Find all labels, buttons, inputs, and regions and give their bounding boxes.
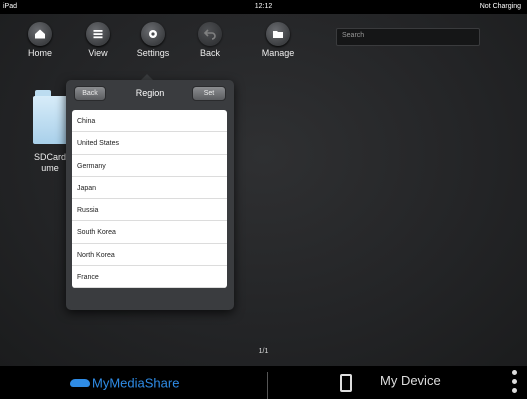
gear-icon bbox=[141, 22, 165, 46]
mymediashare-tab[interactable]: MyMediaShare bbox=[70, 374, 179, 392]
folder-name[interactable]: SDCard ume bbox=[30, 152, 70, 174]
back-label: Back bbox=[199, 48, 220, 58]
folder-open-icon bbox=[266, 22, 290, 46]
home-button[interactable]: Home bbox=[12, 22, 68, 58]
region-popover: Back Region Set China United States Germ… bbox=[66, 80, 234, 310]
home-icon bbox=[28, 22, 52, 46]
cloud-icon bbox=[70, 378, 90, 387]
page-indicator: 1/1 bbox=[258, 348, 269, 355]
view-button[interactable]: View bbox=[70, 22, 126, 58]
set-button[interactable]: Set bbox=[192, 86, 226, 101]
phone-icon bbox=[340, 374, 352, 392]
region-item[interactable]: China bbox=[72, 110, 227, 133]
manage-button[interactable]: Manage bbox=[250, 22, 306, 58]
my-device-label: My Device bbox=[380, 373, 441, 388]
region-item[interactable]: United States bbox=[72, 132, 227, 155]
more-icon[interactable] bbox=[512, 370, 518, 397]
status-bar: iPad 12:12 Not Charging bbox=[0, 0, 527, 14]
region-item[interactable]: South Korea bbox=[72, 221, 227, 244]
region-item[interactable]: France bbox=[72, 266, 227, 288]
main-area: Home View Settings Back Manage Search SD… bbox=[0, 14, 527, 366]
mymediashare-label: MyMediaShare bbox=[92, 375, 180, 391]
settings-label: Settings bbox=[136, 48, 170, 58]
back-button[interactable]: Back bbox=[182, 22, 238, 58]
region-item[interactable]: Russia bbox=[72, 199, 227, 222]
region-list: China United States Germany Japan Russia… bbox=[72, 110, 227, 288]
list-icon bbox=[86, 22, 110, 46]
region-item[interactable]: Germany bbox=[72, 155, 227, 177]
back-arrow-icon bbox=[198, 22, 222, 46]
manage-label: Manage bbox=[261, 48, 295, 58]
region-item[interactable]: North Korea bbox=[72, 244, 227, 267]
settings-button[interactable]: Settings bbox=[125, 22, 181, 58]
bottom-divider bbox=[267, 372, 268, 399]
home-label: Home bbox=[27, 48, 52, 58]
view-label: View bbox=[88, 48, 108, 58]
clock: 12:12 bbox=[254, 3, 273, 10]
region-item[interactable]: Japan bbox=[72, 177, 227, 200]
battery-status: Not Charging bbox=[479, 3, 521, 10]
search-input[interactable]: Search bbox=[336, 28, 480, 46]
